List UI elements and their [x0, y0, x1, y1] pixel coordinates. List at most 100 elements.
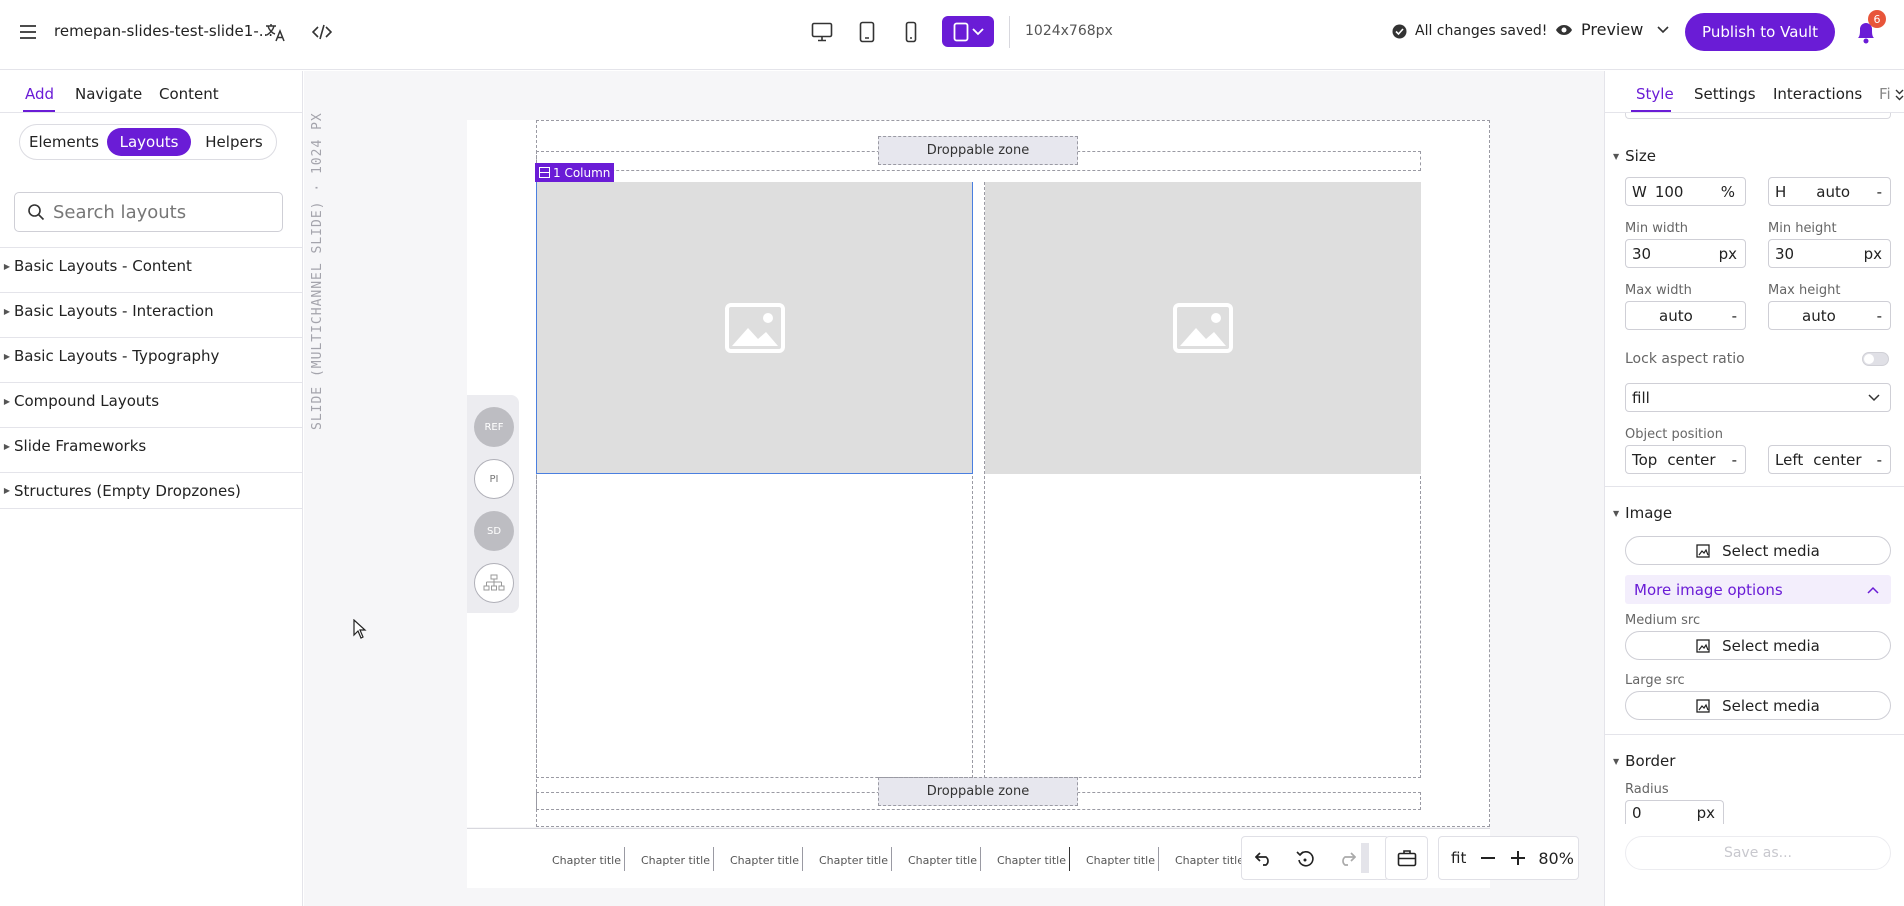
hamburger-menu-icon[interactable] [16, 20, 40, 44]
pos-top-unit[interactable]: - [1732, 451, 1737, 469]
preview-button[interactable]: Preview [1555, 20, 1669, 39]
reset-icon[interactable] [1293, 847, 1317, 871]
zoom-out-icon[interactable] [1476, 846, 1500, 870]
droppable-zone-bottom[interactable]: Droppable zone [878, 777, 1078, 806]
more-image-options-toggle[interactable]: More image options [1625, 575, 1891, 604]
min-width-unit[interactable]: px [1719, 245, 1737, 263]
zoom-fit-button[interactable]: fit [1451, 849, 1466, 867]
category-basic-layouts-content[interactable]: ▶ Basic Layouts - Content [0, 247, 303, 284]
chapter-title[interactable]: Chapter title [552, 854, 621, 867]
column-tag[interactable]: 1 Column [535, 163, 615, 182]
search-input[interactable] [53, 201, 263, 223]
category-label: Compound Layouts [14, 392, 160, 410]
segment-layouts[interactable]: Layouts [107, 128, 191, 156]
category-basic-layouts-typography[interactable]: ▶ Basic Layouts - Typography [0, 337, 303, 374]
code-icon[interactable] [309, 19, 335, 45]
briefcase-icon [1397, 850, 1416, 867]
chapter-title[interactable]: Chapter title [1086, 854, 1155, 867]
droppable-zone-top[interactable]: Droppable zone [878, 136, 1078, 165]
min-height-unit[interactable]: px [1864, 245, 1882, 263]
image-section-header[interactable]: ▼ Image [1613, 504, 1672, 522]
search-box [14, 192, 283, 232]
tab-style[interactable]: Style [1636, 85, 1674, 103]
resolution-label: 1024x768px [1025, 23, 1113, 39]
width-unit[interactable]: % [1721, 183, 1735, 201]
mobile-device-icon[interactable] [894, 17, 928, 47]
category-basic-layouts-interaction[interactable]: ▶ Basic Layouts - Interaction [0, 292, 303, 329]
pi-label: PI [489, 473, 499, 485]
lock-aspect-label: Lock aspect ratio [1625, 351, 1745, 367]
select-medium-media-button[interactable]: Select media [1625, 631, 1891, 660]
radius-field[interactable]: 0 px [1625, 800, 1724, 824]
image-placeholder-selected[interactable] [536, 182, 973, 474]
chapter-title[interactable]: Chapter title [819, 854, 888, 867]
max-height-unit[interactable]: - [1877, 307, 1882, 325]
tab-overflow[interactable]: Fi [1879, 85, 1891, 103]
tab-settings[interactable]: Settings [1694, 85, 1756, 103]
width-value: 100 [1654, 182, 1684, 201]
select-media-button[interactable]: Select media [1625, 536, 1891, 565]
category-label: Structures (Empty Dropzones) [14, 481, 241, 500]
object-fit-select[interactable]: fill [1625, 383, 1891, 412]
undo-icon[interactable] [1252, 847, 1276, 871]
category-slide-frameworks[interactable]: ▶ Slide Frameworks [0, 427, 303, 464]
height-field[interactable]: H auto - [1768, 177, 1891, 206]
chapter-title[interactable]: Chapter title [641, 854, 710, 867]
width-field[interactable]: W 100 % [1625, 177, 1746, 206]
chapter-divider [713, 847, 714, 871]
tablet-device-icon[interactable] [850, 17, 884, 47]
sd-button[interactable]: SD [474, 511, 514, 551]
pi-button[interactable]: PI [474, 459, 514, 499]
chapter-title[interactable]: Chapter title [1175, 854, 1244, 867]
category-structures[interactable]: ▶ Structures (Empty Dropzones) [0, 472, 303, 509]
desktop-device-icon[interactable] [805, 17, 839, 47]
slide-vertical-label: SLIDE (MULTICHANNEL SLIDE) · 1024 PX [310, 112, 325, 430]
chapter-title[interactable]: Chapter title [730, 854, 799, 867]
lock-aspect-toggle[interactable] [1862, 352, 1889, 366]
tab-content[interactable]: Content [159, 85, 219, 103]
radius-unit[interactable]: px [1697, 804, 1715, 822]
segment-helpers[interactable]: Helpers [194, 128, 274, 156]
save-status: All changes saved! [1392, 23, 1547, 39]
max-height-field[interactable]: auto - [1768, 301, 1891, 330]
ref-button[interactable]: REF [474, 407, 514, 447]
save-as-button[interactable]: Save as... [1625, 836, 1891, 870]
pos-left-unit[interactable]: - [1877, 451, 1882, 469]
sitemap-button[interactable] [474, 563, 514, 603]
segment-elements[interactable]: Elements [24, 128, 104, 156]
redo-icon[interactable] [1335, 847, 1359, 871]
border-section-header[interactable]: ▼ Border [1613, 752, 1675, 770]
briefcase-button[interactable] [1385, 836, 1428, 880]
chapter-title[interactable]: Chapter title [997, 854, 1066, 867]
tab-add[interactable]: Add [25, 85, 54, 103]
zoom-in-icon[interactable] [1506, 846, 1530, 870]
image-placeholder[interactable] [985, 182, 1421, 474]
category-label: Basic Layouts - Interaction [14, 302, 214, 320]
max-width-field[interactable]: auto - [1625, 301, 1746, 330]
large-src-label: Large src [1625, 673, 1685, 688]
top-bar: remepan-slides-test-slide1-... 1024x768p… [0, 0, 1904, 70]
min-height-field[interactable]: 30 px [1768, 239, 1891, 268]
object-position-top-field[interactable]: Top center - [1625, 445, 1746, 474]
translate-icon[interactable] [262, 19, 288, 45]
size-section-header[interactable]: ▼ Size [1613, 147, 1656, 165]
chapter-title[interactable]: Chapter title [908, 854, 977, 867]
object-position-left-field[interactable]: Left center - [1768, 445, 1891, 474]
media-icon [1696, 698, 1710, 713]
chevron-down-icon [971, 27, 984, 35]
height-unit[interactable]: - [1877, 183, 1882, 201]
right-panel: Style Settings Interactions Fi ▼ Size W 1… [1604, 71, 1904, 906]
min-height-label: Min height [1768, 221, 1837, 236]
ref-label: REF [484, 421, 504, 433]
custom-device-dropdown[interactable] [942, 16, 994, 47]
tab-navigate[interactable]: Navigate [75, 85, 142, 103]
select-large-media-button[interactable]: Select media [1625, 691, 1891, 720]
max-width-unit[interactable]: - [1732, 307, 1737, 325]
double-chevron-icon[interactable] [1895, 89, 1904, 101]
tab-interactions[interactable]: Interactions [1773, 85, 1862, 103]
pos-top-prefix: Top [1632, 450, 1658, 469]
category-compound-layouts[interactable]: ▶ Compound Layouts [0, 382, 303, 419]
min-width-field[interactable]: 30 px [1625, 239, 1746, 268]
publish-button[interactable]: Publish to Vault [1685, 13, 1835, 51]
file-name[interactable]: remepan-slides-test-slide1-... [54, 22, 273, 40]
